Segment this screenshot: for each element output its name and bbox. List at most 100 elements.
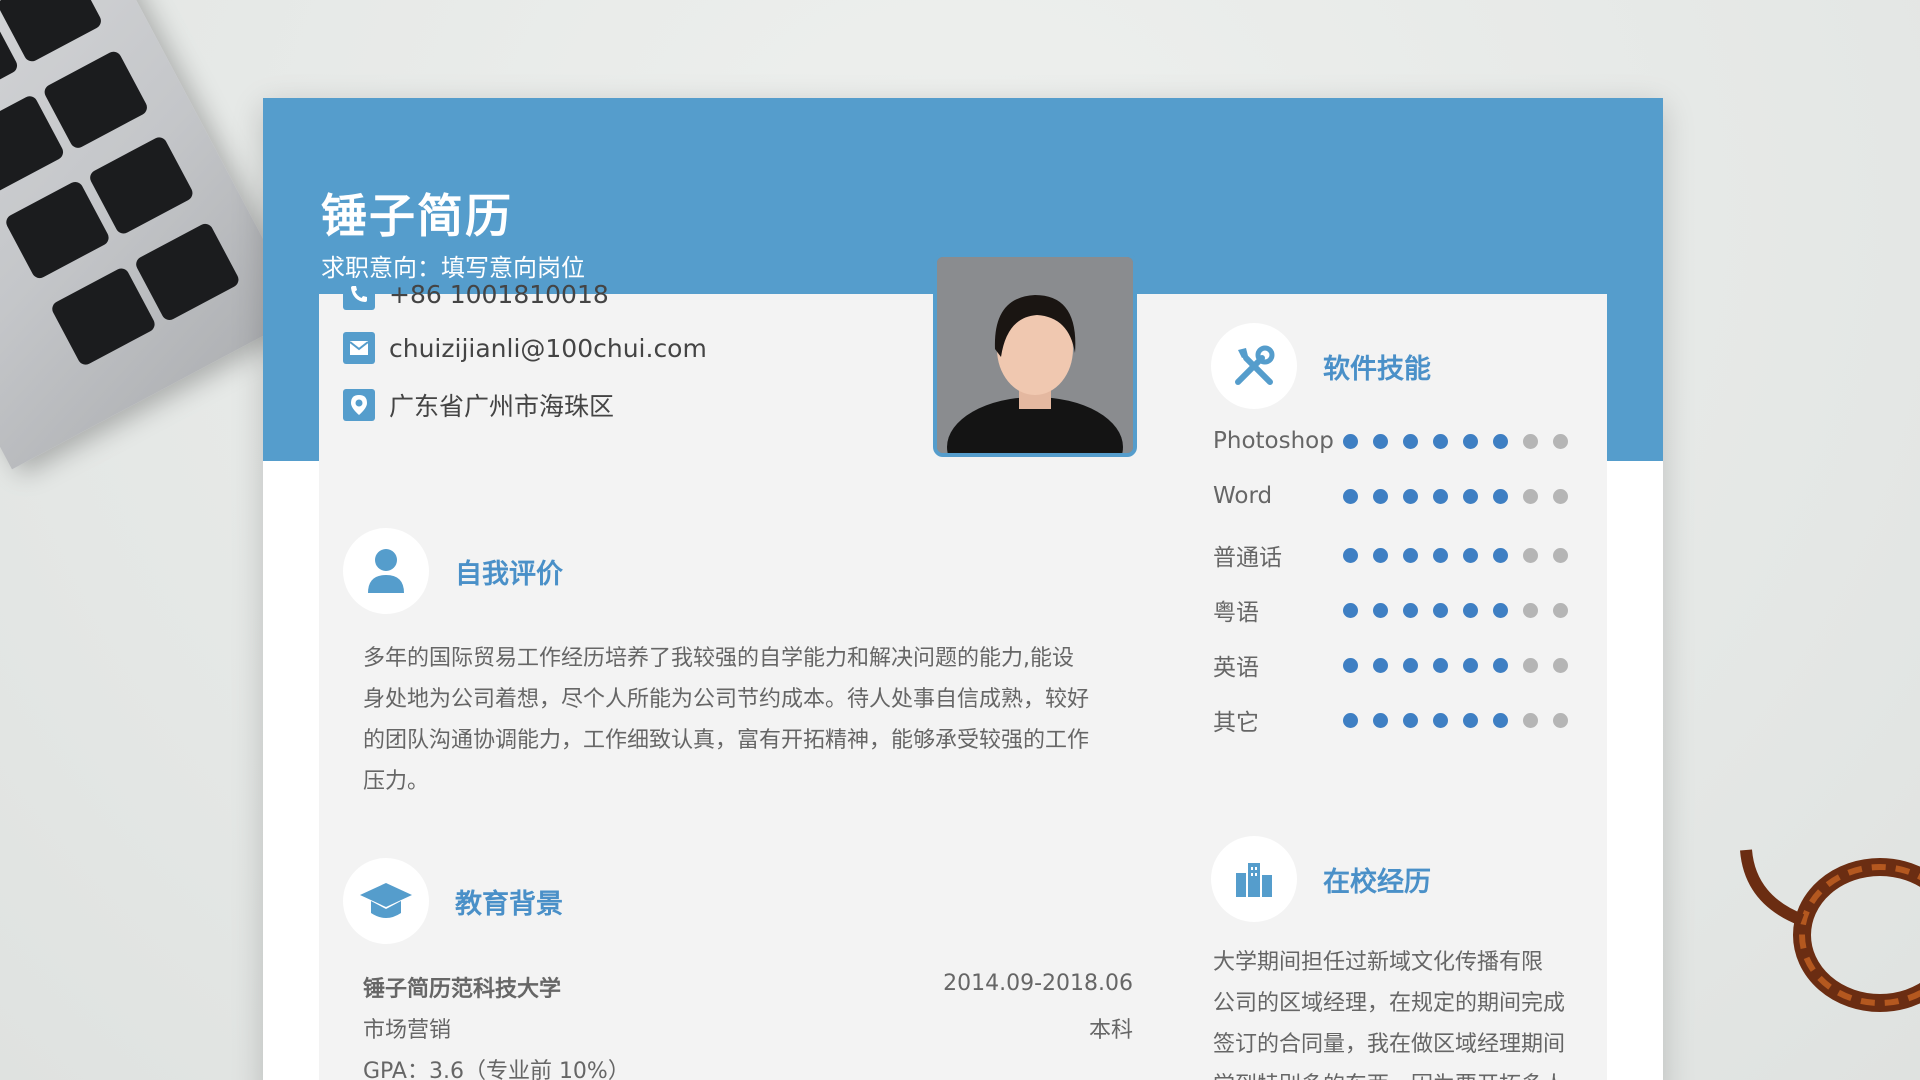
skill-dot-filled — [1403, 712, 1418, 728]
graduation-cap-icon — [343, 858, 429, 944]
campus-line: 公司的区域经理，在规定的期间完成 — [1213, 991, 1566, 1016]
glasses-decoration — [1740, 849, 1920, 1012]
skill-dot-filled — [1493, 712, 1508, 728]
skill-row: Photoshop — [1213, 428, 1573, 454]
skill-dot-filled — [1373, 657, 1388, 673]
contact-email: chuizijianli@100chui.com — [343, 332, 707, 364]
campus-line: 大学期间担任过新域文化传播有限 — [1213, 950, 1544, 975]
skill-dot-empty — [1523, 488, 1538, 504]
skill-dot-filled — [1463, 547, 1478, 563]
mail-icon — [343, 332, 375, 364]
self-eval-title: 自我评价 — [455, 558, 563, 590]
skill-dot-empty — [1553, 488, 1568, 504]
contact-phone: +86 1001810018 — [343, 278, 609, 310]
skill-dot-filled — [1433, 602, 1448, 618]
self-eval-text: 多年的国际贸易工作经历培养了我较强的自学能力和解决问题的能力,能设 身处地为公司… — [363, 638, 1133, 802]
self-eval-line: 压力。 — [363, 769, 430, 794]
skill-row: 普通话 — [1213, 538, 1573, 572]
campus-text: 大学期间担任过新域文化传播有限 公司的区域经理，在规定的期间完成 签订的合同量，… — [1213, 942, 1603, 1080]
skill-dot-filled — [1403, 657, 1418, 673]
skill-dot-empty — [1523, 657, 1538, 673]
location-pin-icon — [343, 389, 375, 421]
skill-label: 其它 — [1213, 710, 1259, 736]
skill-row: 粤语 — [1213, 593, 1573, 627]
skill-dot-filled — [1493, 657, 1508, 673]
skill-dot-filled — [1433, 712, 1448, 728]
skills-title: 软件技能 — [1323, 353, 1431, 385]
skill-row: 其它 — [1213, 703, 1573, 737]
skill-level-dots — [1343, 657, 1568, 673]
skill-dot-filled — [1343, 602, 1358, 618]
skill-dot-filled — [1463, 712, 1478, 728]
skill-level-dots — [1343, 602, 1568, 618]
skill-dot-filled — [1403, 602, 1418, 618]
skill-dot-filled — [1463, 657, 1478, 673]
education-gpa: GPA：3.6（专业前 10%） — [363, 1059, 630, 1080]
skill-dot-filled — [1433, 657, 1448, 673]
skill-dot-filled — [1433, 488, 1448, 504]
skill-dot-filled — [1463, 433, 1478, 449]
education-major: 市场营销 — [363, 1018, 452, 1043]
self-eval-line: 的团队沟通协调能力，工作细致认真，富有开拓精神，能够承受较强的工作 — [363, 728, 1090, 753]
skill-dot-filled — [1343, 488, 1358, 504]
skill-dot-filled — [1373, 712, 1388, 728]
skill-dot-filled — [1373, 547, 1388, 563]
skill-dot-filled — [1433, 547, 1448, 563]
self-eval-line: 多年的国际贸易工作经历培养了我较强的自学能力和解决问题的能力,能设 — [363, 646, 1074, 671]
phone-number: +86 1001810018 — [389, 279, 609, 309]
skill-level-dots — [1343, 712, 1568, 728]
skill-dot-filled — [1403, 488, 1418, 504]
profile-photo — [933, 253, 1137, 457]
skill-dot-empty — [1553, 602, 1568, 618]
skill-level-dots — [1343, 488, 1568, 504]
address-text: 广东省广州市海珠区 — [389, 392, 615, 421]
skill-dot-filled — [1343, 547, 1358, 563]
skill-dot-empty — [1553, 547, 1568, 563]
skill-dot-filled — [1373, 488, 1388, 504]
skill-level-dots — [1343, 433, 1568, 449]
skill-label: 粤语 — [1213, 600, 1259, 626]
candidate-name: 锤子简历 — [321, 189, 513, 243]
skill-level-dots — [1343, 547, 1568, 563]
skill-dot-empty — [1523, 433, 1538, 449]
skill-label: 英语 — [1213, 655, 1259, 681]
skill-dot-filled — [1463, 488, 1478, 504]
skill-dot-filled — [1343, 712, 1358, 728]
skill-dot-filled — [1343, 657, 1358, 673]
campus-line: 签订的合同量，我在做区域经理期间 — [1213, 1032, 1566, 1057]
skill-label: 普通话 — [1213, 545, 1282, 571]
skill-dot-filled — [1493, 547, 1508, 563]
skill-row: Word — [1213, 483, 1573, 509]
skill-dot-filled — [1373, 433, 1388, 449]
skill-dot-empty — [1553, 712, 1568, 728]
skill-dot-filled — [1493, 602, 1508, 618]
skill-label: Photoshop — [1213, 428, 1334, 454]
person-icon — [343, 528, 429, 614]
skill-dot-filled — [1463, 602, 1478, 618]
education-title: 教育背景 — [455, 888, 563, 920]
email-address: chuizijianli@100chui.com — [389, 333, 707, 363]
skill-dot-filled — [1493, 433, 1508, 449]
skill-row: 英语 — [1213, 648, 1573, 682]
school-name: 锤子简历范科技大学 — [363, 977, 562, 1002]
education-period: 2014.09-2018.06 — [943, 971, 1133, 996]
skills-heading: 软件技能 — [1211, 323, 1431, 409]
skill-dot-filled — [1433, 433, 1448, 449]
skill-dot-filled — [1403, 433, 1418, 449]
skill-dot-filled — [1493, 488, 1508, 504]
self-eval-line: 身处地为公司着想，尽个人所能为公司节约成本。待人处事自信成熟，较好 — [363, 687, 1090, 712]
skill-dot-empty — [1553, 657, 1568, 673]
skill-dot-filled — [1343, 433, 1358, 449]
resume-page: 锤子简历 求职意向：填写意向岗位 +86 1001810018 chuiziji… — [263, 98, 1663, 1080]
skill-dot-filled — [1373, 602, 1388, 618]
skill-dot-empty — [1553, 433, 1568, 449]
phone-icon — [343, 278, 375, 310]
building-icon — [1211, 836, 1297, 922]
campus-title: 在校经历 — [1323, 866, 1431, 898]
skill-dot-empty — [1523, 712, 1538, 728]
self-eval-heading: 自我评价 — [343, 528, 563, 614]
tools-icon — [1211, 323, 1297, 409]
skill-label: Word — [1213, 483, 1273, 509]
contact-address: 广东省广州市海珠区 — [343, 387, 614, 423]
skill-dot-empty — [1523, 547, 1538, 563]
